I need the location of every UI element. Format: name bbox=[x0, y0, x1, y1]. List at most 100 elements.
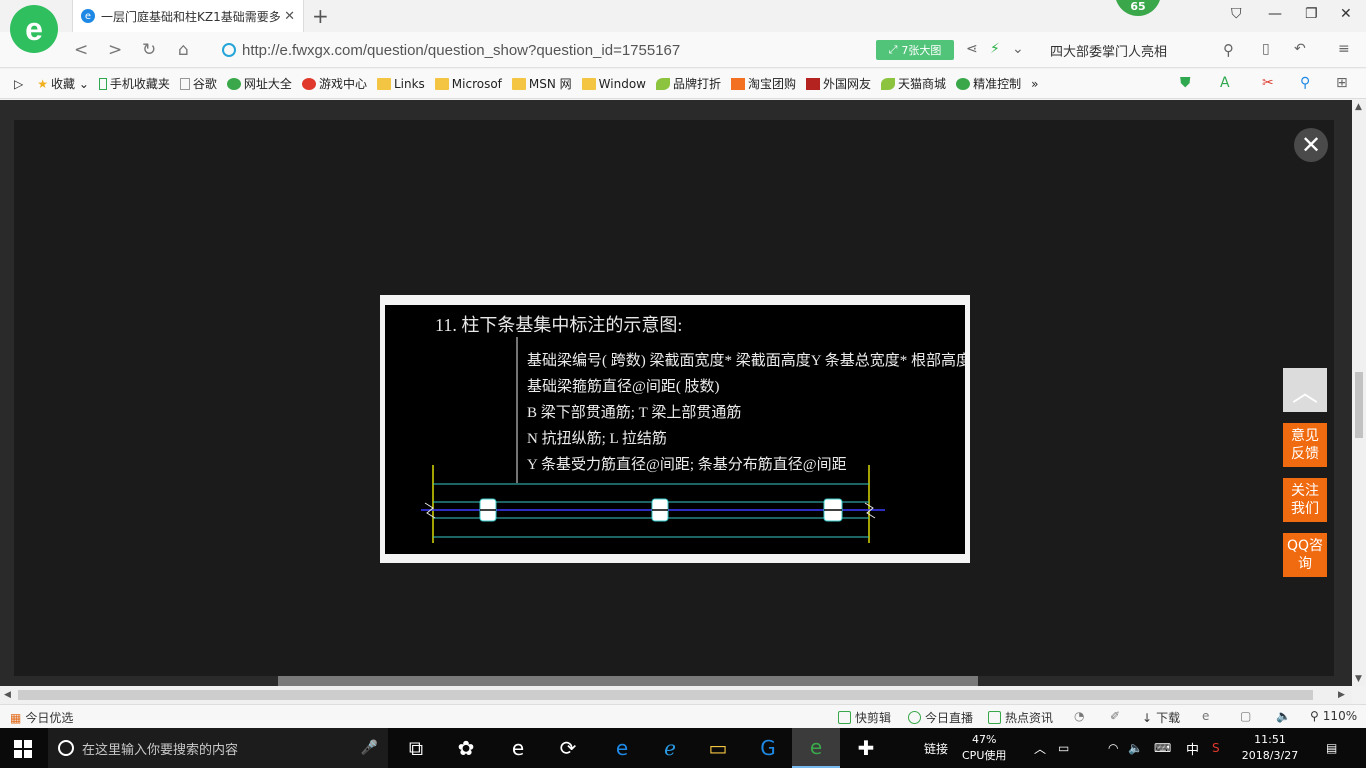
big-image-button[interactable]: ⤢ 7张大图 bbox=[876, 40, 954, 60]
restore-button[interactable]: ❐ bbox=[1305, 6, 1318, 22]
minimize-button[interactable]: — bbox=[1268, 6, 1282, 22]
more-bookmarks-icon[interactable]: » bbox=[1031, 77, 1038, 91]
new-tab-button[interactable]: + bbox=[312, 4, 329, 28]
microphone-icon[interactable]: 🎤 bbox=[361, 740, 378, 756]
bookmark-tmall[interactable]: 天猫商城 bbox=[881, 75, 946, 92]
bookmark-windows[interactable]: Window bbox=[581, 77, 646, 91]
ime-indicator[interactable]: 中 bbox=[1186, 728, 1199, 768]
browser-logo-icon[interactable]: e bbox=[10, 5, 58, 53]
bookmark-links[interactable]: Links bbox=[376, 77, 425, 91]
horizontal-scrollbar[interactable]: ◀ ▶ bbox=[0, 686, 1352, 704]
scroll-left-icon[interactable]: ◀ bbox=[4, 690, 11, 700]
home-icon[interactable]: ⌂ bbox=[178, 40, 189, 60]
remote-app-icon[interactable]: ✚ bbox=[842, 728, 890, 768]
bookmark-precise[interactable]: 精准控制 bbox=[956, 75, 1021, 92]
sogou-browser-icon[interactable]: ⟳ bbox=[544, 728, 592, 768]
bookmark-microsoft[interactable]: Microsof bbox=[434, 77, 502, 91]
task-view-icon[interactable]: ⧉ bbox=[392, 728, 440, 768]
url-field[interactable]: http://e.fwxgx.com/question/question_sho… bbox=[222, 38, 862, 62]
back-to-top-button[interactable]: ︿ bbox=[1283, 368, 1327, 412]
share-icon[interactable]: ⋖ bbox=[966, 41, 978, 57]
bookmark-google[interactable]: 谷歌 bbox=[179, 75, 217, 92]
feedback-button[interactable]: 意见反馈 bbox=[1283, 423, 1327, 467]
windows-start-icon[interactable] bbox=[14, 740, 32, 758]
horizontal-scroll-thumb[interactable] bbox=[18, 690, 1313, 700]
folder-icon bbox=[434, 77, 449, 90]
360-browser-taskbar-icon[interactable]: e bbox=[792, 728, 840, 768]
vertical-scroll-thumb[interactable] bbox=[1355, 372, 1363, 438]
sidebar-toggle-icon[interactable]: ▷ bbox=[14, 77, 23, 91]
shield-icon[interactable]: ⛊ bbox=[1180, 75, 1191, 91]
undo-icon[interactable]: ↶ bbox=[1294, 41, 1306, 57]
quick-edit-button[interactable]: 快剪辑 bbox=[838, 709, 891, 726]
scroll-down-icon[interactable]: ▼ bbox=[1355, 674, 1362, 684]
follow-us-button[interactable]: 关注我们 bbox=[1283, 478, 1327, 522]
scroll-right-icon[interactable]: ▶ bbox=[1338, 690, 1345, 700]
pinwheel-app-icon[interactable]: ✿ bbox=[442, 728, 490, 768]
refresh-icon[interactable]: ↻ bbox=[142, 40, 156, 60]
ie-browser-icon[interactable]: e bbox=[494, 728, 542, 768]
today-live-button[interactable]: 今日直播 bbox=[908, 709, 973, 726]
bookmark-games[interactable]: 游戏中心 bbox=[301, 75, 367, 92]
today-picks[interactable]: ▦ 今日优选 bbox=[10, 709, 73, 726]
scroll-up-icon[interactable]: ▲ bbox=[1355, 102, 1362, 112]
battery-icon[interactable]: ▭ bbox=[1058, 728, 1069, 768]
speaker-icon[interactable]: 🔈 bbox=[1128, 728, 1143, 768]
bookmark-brand[interactable]: 品牌打折 bbox=[656, 75, 721, 92]
file-explorer-icon[interactable]: ▭ bbox=[694, 728, 742, 768]
search-icon[interactable]: ⚲ bbox=[1223, 41, 1234, 59]
taskbar-search-box[interactable]: 在这里输入你要搜索的内容 🎤 bbox=[48, 728, 388, 768]
bookmark-mobile[interactable]: 手机收藏夹 bbox=[98, 75, 170, 92]
wifi-icon[interactable]: ◠ bbox=[1108, 728, 1118, 768]
active-tab[interactable]: e 一层门庭基础和柱KZ1基础需要多 ✕ bbox=[72, 0, 304, 32]
forward-icon[interactable]: > bbox=[108, 40, 122, 60]
mobile-icon[interactable]: ▯ bbox=[1262, 41, 1270, 57]
url-text[interactable]: http://e.fwxgx.com/question/question_sho… bbox=[242, 42, 680, 59]
bookmark-taobao[interactable]: 淘宝团购 bbox=[731, 75, 796, 92]
pin-icon[interactable]: ✐ bbox=[1110, 709, 1120, 723]
viewer-image-frame[interactable]: 11. 柱下条基集中标注的示意图: 基础梁编号( 跨数) 梁截面宽度* 梁截面高… bbox=[380, 295, 970, 563]
sogou-ime-icon[interactable]: S bbox=[1212, 728, 1220, 768]
video-edit-icon bbox=[838, 711, 851, 724]
notification-icon[interactable]: ▤ bbox=[1326, 728, 1337, 768]
volume-icon[interactable]: 🔈 bbox=[1276, 709, 1291, 723]
translate-icon[interactable]: A bbox=[1220, 75, 1230, 91]
close-viewer-button[interactable]: ✕ bbox=[1294, 128, 1328, 162]
zoom-control[interactable]: ⚲ 110% bbox=[1310, 709, 1357, 723]
internet-explorer-icon[interactable]: ℯ bbox=[646, 728, 694, 768]
folder-icon bbox=[581, 77, 596, 90]
download-button[interactable]: ↓ 下载 bbox=[1142, 709, 1180, 726]
keyboard-icon[interactable]: ⌨ bbox=[1154, 728, 1171, 768]
bookmark-sites[interactable]: 网址大全 bbox=[226, 75, 292, 92]
apps-icon[interactable]: ⊞ bbox=[1336, 75, 1348, 91]
clock-time: 11:51 bbox=[1254, 733, 1286, 746]
wechat-icon bbox=[956, 77, 971, 90]
chevron-down-icon[interactable]: ⌄ bbox=[1012, 41, 1024, 57]
shirt-icon[interactable]: ⛉ bbox=[1231, 6, 1242, 22]
scissors-icon[interactable]: ✂ bbox=[1262, 75, 1274, 91]
qq-consult-button[interactable]: QQ咨询 bbox=[1283, 533, 1327, 577]
tab-close-icon[interactable]: ✕ bbox=[284, 9, 295, 24]
score-badge[interactable]: 65 bbox=[1115, 0, 1161, 16]
glodon-app-icon[interactable]: G bbox=[744, 728, 792, 768]
search-field[interactable]: 四大部委掌门人亮相 ⚲ bbox=[1042, 38, 1242, 62]
menu-icon[interactable]: ≡ bbox=[1338, 41, 1350, 57]
hot-news-button[interactable]: 热点资讯 bbox=[988, 709, 1053, 726]
window-icon[interactable]: ▢ bbox=[1240, 709, 1251, 723]
vertical-scrollbar[interactable]: ▲ ▼ bbox=[1352, 100, 1366, 686]
search-text[interactable]: 四大部委掌门人亮相 bbox=[1042, 41, 1223, 60]
speed-icon[interactable]: ◔ bbox=[1074, 709, 1084, 723]
bookmark-foreign[interactable]: 外国网友 bbox=[806, 75, 871, 92]
system-clock[interactable]: 11:51 2018/3/27 bbox=[1240, 732, 1300, 764]
cpu-usage[interactable]: 47% CPU使用 bbox=[962, 732, 1006, 764]
links-toolbar[interactable]: 链接 bbox=[924, 728, 948, 768]
back-icon[interactable]: < bbox=[74, 40, 88, 60]
bookmark-favorites[interactable]: ★ 收藏 ⌄ bbox=[37, 75, 89, 92]
show-hidden-icons[interactable]: ︿ bbox=[1034, 728, 1046, 768]
lightning-icon[interactable]: ⚡ bbox=[990, 41, 1000, 57]
edge-icon[interactable]: e bbox=[598, 728, 646, 768]
ie-mode-icon[interactable]: e bbox=[1202, 709, 1209, 723]
magnifier-icon[interactable]: ⚲ bbox=[1300, 75, 1310, 91]
close-window-button[interactable]: ✕ bbox=[1340, 6, 1352, 22]
bookmark-msn[interactable]: MSN 网 bbox=[511, 75, 572, 92]
